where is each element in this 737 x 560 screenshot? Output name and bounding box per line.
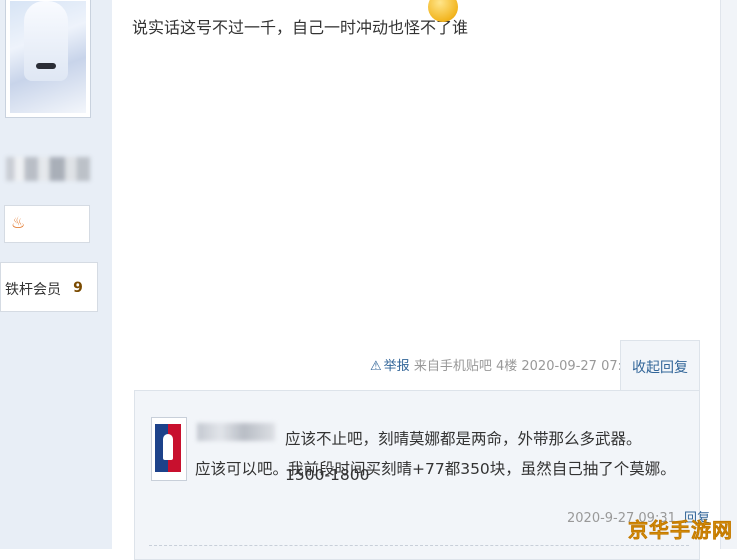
collapse-reply-button[interactable]: 收起回复	[620, 340, 700, 390]
reply-panel: 应该不止吧，刻晴莫娜都是两命，外带那么多武器。1500-1800 应该可以吧。我…	[134, 390, 710, 560]
username-blurred[interactable]	[6, 157, 90, 181]
avatar-image	[10, 1, 86, 113]
flame-medal-icon[interactable]: ♨	[11, 214, 25, 232]
post-source: 来自手机贴吧	[413, 359, 492, 374]
reply-text-line2: 应该可以吧。我前段时间买刻晴+77都350块，虽然自己抽了个莫娜。	[195, 460, 676, 478]
watermark-logo: 京华手游网	[628, 518, 733, 543]
report-link[interactable]: ⚠ 举报	[370, 359, 410, 374]
scrollbar-track[interactable]	[720, 0, 737, 549]
post-action-bar: ⚠ 举报 来自手机贴吧 4楼 2020-09-27 07:56	[370, 355, 639, 374]
floor-number: 4楼	[495, 359, 518, 374]
team-logo-icon	[155, 424, 181, 472]
reply-username-blurred[interactable]	[197, 423, 275, 441]
member-rank: 铁杆会员 9	[0, 262, 98, 312]
post-body-text: 说实话这号不过一千，自己一时冲动也怪不了谁	[132, 18, 469, 37]
warning-icon: ⚠	[370, 359, 382, 374]
user-sidebar: ♨ 铁杆会员 9	[0, 0, 112, 549]
avatar[interactable]	[5, 0, 91, 118]
rank-level-badge-icon[interactable]: 9	[63, 269, 91, 305]
reply-avatar[interactable]	[151, 417, 187, 481]
divider	[149, 545, 689, 546]
rank-label: 铁杆会员	[5, 282, 61, 298]
post-content: 说实话这号不过一千，自己一时冲动也怪不了谁 ⚠ 举报 来自手机贴吧 4楼 2020…	[112, 0, 737, 560]
medal-box: ♨	[4, 205, 90, 243]
